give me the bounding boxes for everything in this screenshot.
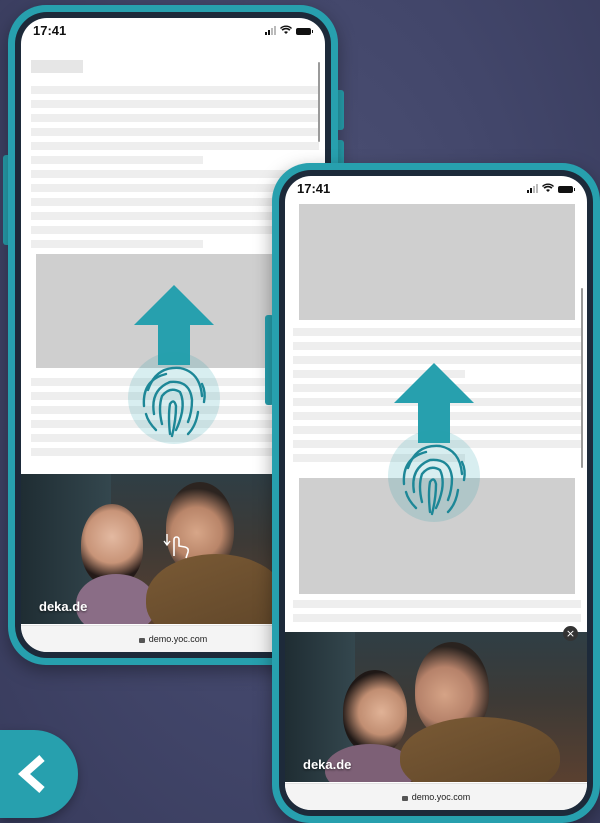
url-text: demo.yoc.com xyxy=(411,792,471,802)
scrollbar[interactable] xyxy=(318,62,320,142)
lock-icon xyxy=(138,637,145,643)
battery-icon xyxy=(296,28,313,35)
text-line-placeholder xyxy=(31,156,203,164)
back-button[interactable] xyxy=(0,730,78,818)
battery-icon xyxy=(558,186,575,193)
lock-icon xyxy=(401,795,408,801)
signal-icon xyxy=(265,26,276,35)
wifi-icon xyxy=(542,183,554,192)
status-time: 17:41 xyxy=(297,181,331,196)
text-line-placeholder xyxy=(293,600,581,608)
video-ad[interactable]: deka.de xyxy=(285,632,587,782)
text-line-placeholder xyxy=(31,240,203,248)
wifi-icon xyxy=(280,25,292,34)
text-line-placeholder xyxy=(31,128,319,136)
status-icons xyxy=(265,25,313,35)
ad-brand-logo: deka.de xyxy=(303,757,352,772)
ad-woman xyxy=(343,670,407,754)
status-icons xyxy=(527,183,575,193)
text-line-placeholder xyxy=(31,86,319,94)
signal-icon xyxy=(527,184,538,193)
text-line-placeholder xyxy=(31,114,319,122)
ad-woman-body xyxy=(76,574,156,624)
url-text: demo.yoc.com xyxy=(148,634,208,644)
chevron-left-icon xyxy=(17,755,45,793)
fingerprint-icon xyxy=(388,430,480,522)
text-line-placeholder xyxy=(31,142,319,150)
ad-man-jacket xyxy=(146,554,286,624)
status-time: 17:41 xyxy=(33,23,67,38)
text-line-placeholder xyxy=(31,170,319,178)
ad-brand-logo: deka.de xyxy=(39,599,88,614)
ad-man-jacket xyxy=(400,717,560,782)
text-line-placeholder xyxy=(31,100,319,108)
article-heading-placeholder xyxy=(31,60,83,73)
image-placeholder xyxy=(299,204,575,320)
text-line-placeholder xyxy=(293,614,581,622)
url-bar[interactable]: demo.yoc.com xyxy=(285,783,587,810)
text-line-placeholder xyxy=(293,342,581,350)
text-line-placeholder xyxy=(293,328,581,336)
close-ad-button[interactable]: × xyxy=(563,626,578,641)
status-bar: 17:41 xyxy=(285,176,587,200)
fingerprint-icon xyxy=(128,352,220,444)
tap-hand-icon xyxy=(163,534,189,559)
status-bar: 17:41 xyxy=(21,18,325,42)
scrollbar[interactable] xyxy=(581,288,583,468)
